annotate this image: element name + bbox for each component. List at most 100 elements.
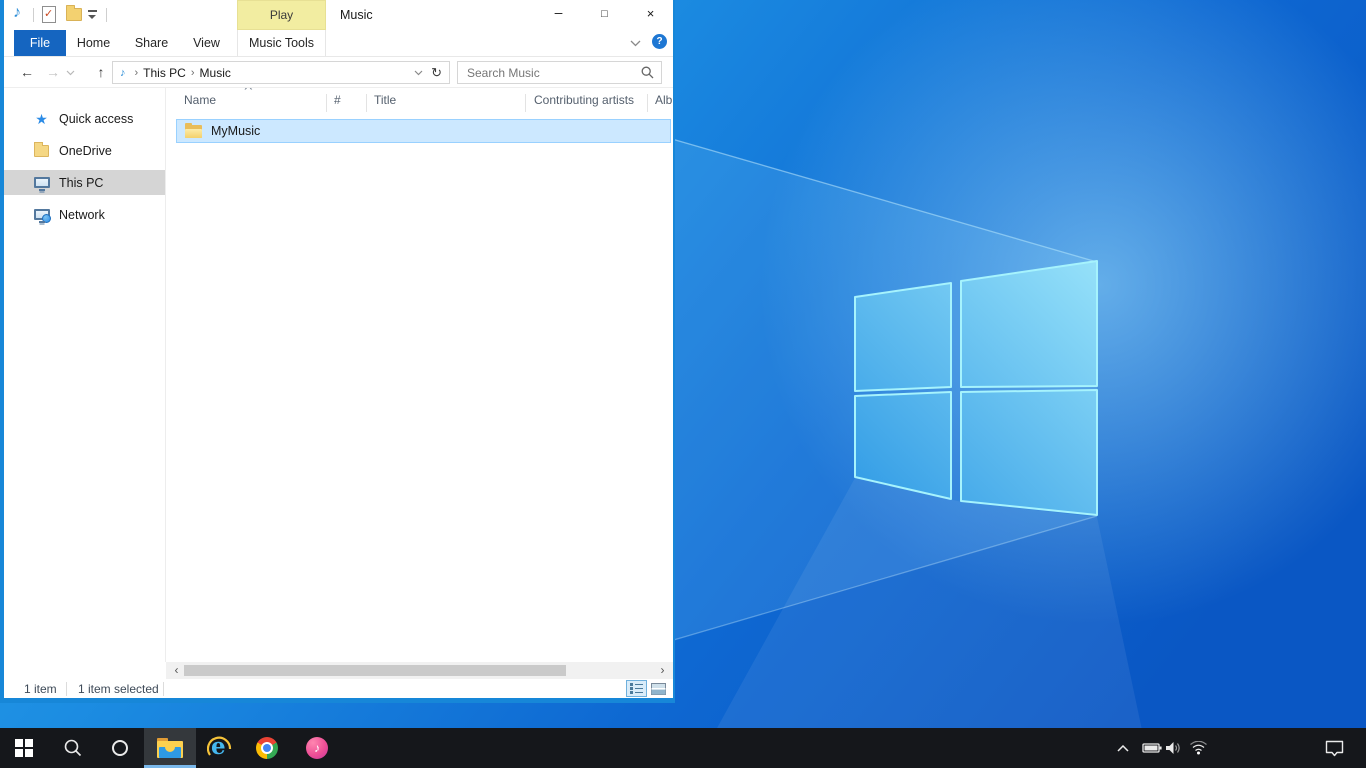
search-box[interactable] <box>457 61 662 84</box>
search-input[interactable] <box>458 62 638 83</box>
maximize-button[interactable]: □ <box>589 0 620 29</box>
column-header-title[interactable]: Title <box>374 93 396 113</box>
sidebar-item-label: OneDrive <box>59 144 112 158</box>
chevron-down-icon <box>88 15 96 19</box>
properties-qat-button[interactable]: ✓ <box>42 6 56 23</box>
column-header-album[interactable]: Alb <box>655 93 672 113</box>
this-pc-monitor-icon <box>34 177 50 188</box>
taskbar-search-button[interactable] <box>51 728 95 768</box>
qat-separator <box>106 8 107 22</box>
sidebar-item-onedrive[interactable]: OneDrive <box>4 138 165 163</box>
breadcrumb-this-pc[interactable]: This PC <box>143 66 186 80</box>
tab-home[interactable]: Home <box>71 30 116 57</box>
file-row-mymusic[interactable]: MyMusic <box>176 119 671 143</box>
column-header-contributing-artists[interactable]: Contributing artists <box>534 93 634 113</box>
scroll-right-arrow[interactable]: › <box>654 662 671 679</box>
speaker-icon <box>1165 741 1182 755</box>
search-icon[interactable] <box>641 66 654 79</box>
tab-file[interactable]: File <box>14 30 66 57</box>
wifi-icon <box>1189 741 1208 755</box>
onedrive-folder-icon <box>34 145 49 157</box>
status-separator <box>66 682 67 696</box>
folder-icon <box>185 125 202 138</box>
ribbon-divider <box>4 56 673 57</box>
tab-share[interactable]: Share <box>127 30 176 57</box>
battery-tray-icon[interactable] <box>1140 728 1164 768</box>
up-button[interactable]: ↑ <box>88 58 114 86</box>
large-icons-view-icon <box>651 683 666 695</box>
music-note-icon: ♪ <box>120 67 126 79</box>
column-separator[interactable] <box>647 94 648 112</box>
search-icon <box>64 739 82 757</box>
itunes-icon: ♪ <box>306 737 328 759</box>
sidebar-item-quick-access[interactable]: ★ Quick access <box>4 106 165 131</box>
show-hidden-icons-button[interactable] <box>1112 728 1134 768</box>
sidebar-item-label: Quick access <box>59 112 133 126</box>
file-explorer-icon <box>157 738 183 758</box>
globe-icon <box>42 214 51 223</box>
qat-separator <box>33 8 34 22</box>
window-border-right <box>673 0 675 698</box>
column-header-number[interactable]: # <box>334 93 341 113</box>
column-separator[interactable] <box>525 94 526 112</box>
column-header-name[interactable]: Name <box>184 93 216 113</box>
scrollbar-thumb[interactable] <box>184 665 566 676</box>
recent-locations-chevron-icon[interactable] <box>66 70 75 76</box>
new-folder-qat-button[interactable] <box>66 8 82 21</box>
large-icons-view-button[interactable] <box>648 680 669 697</box>
action-center-button[interactable] <box>1318 728 1350 768</box>
breadcrumb-chevron-icon: › <box>135 67 139 79</box>
itunes-button[interactable]: ♪ <box>295 728 339 768</box>
expand-ribbon-chevron-icon[interactable] <box>630 40 641 47</box>
column-separator[interactable] <box>326 94 327 112</box>
horizontal-scrollbar[interactable]: ‹ › <box>166 662 673 679</box>
desktop-screen: ♪ ✓ Play Music – □ × File Home Share Vie… <box>0 0 1366 768</box>
status-separator <box>163 682 164 696</box>
details-view-button[interactable] <box>626 680 647 697</box>
action-center-icon <box>1325 740 1344 757</box>
taskbar: e ♪ <box>0 728 1366 768</box>
status-item-count: 1 item <box>24 679 57 700</box>
forward-button: → <box>40 58 66 86</box>
sort-ascending-icon: ^ <box>244 88 252 96</box>
network-tray-icon[interactable] <box>1186 728 1210 768</box>
windows-start-icon <box>15 739 33 757</box>
sidebar-item-this-pc[interactable]: This PC <box>4 170 165 195</box>
internet-explorer-button[interactable]: e <box>198 728 242 768</box>
close-button[interactable]: × <box>635 0 666 29</box>
tab-view[interactable]: View <box>183 30 230 57</box>
network-icon <box>34 209 50 220</box>
breadcrumb-music[interactable]: Music <box>200 66 231 80</box>
internet-explorer-icon: e <box>207 736 233 760</box>
checkmark-icon: ✓ <box>44 8 53 21</box>
tab-music-tools[interactable]: Music Tools <box>237 30 326 57</box>
file-list-pane[interactable]: ^ Name # Title Contributing artists Alb … <box>166 88 673 662</box>
sidebar-item-label: Network <box>59 208 105 222</box>
status-selection-count: 1 item selected <box>78 679 159 700</box>
chevron-up-icon <box>1117 745 1129 752</box>
refresh-icon[interactable]: ↻ <box>431 65 442 81</box>
chrome-icon <box>256 737 278 759</box>
contextual-tab-play[interactable]: Play <box>237 0 326 30</box>
battery-icon <box>1142 742 1162 754</box>
scroll-left-arrow[interactable]: ‹ <box>168 662 185 679</box>
sidebar-item-network[interactable]: Network <box>4 202 165 227</box>
details-view-icon <box>630 683 643 694</box>
cortana-button[interactable] <box>98 728 142 768</box>
help-button[interactable]: ? <box>652 34 667 49</box>
address-dropdown-chevron-icon[interactable] <box>414 70 423 76</box>
customize-quick-access-toolbar-button[interactable] <box>88 10 98 21</box>
volume-tray-icon[interactable] <box>1162 728 1184 768</box>
back-button[interactable]: ← <box>14 58 40 86</box>
column-separator[interactable] <box>366 94 367 112</box>
quick-access-star-icon: ★ <box>35 112 48 126</box>
taskbar-file-explorer-button[interactable] <box>144 728 196 768</box>
cortana-ring-icon <box>112 740 128 756</box>
music-note-window-icon: ♪ <box>13 4 21 22</box>
file-name: MyMusic <box>211 124 260 138</box>
chrome-button[interactable] <box>245 728 289 768</box>
minimize-button[interactable]: – <box>543 0 574 29</box>
window-title: Music <box>340 8 373 22</box>
start-button[interactable] <box>2 728 46 768</box>
address-bar[interactable]: ♪ › This PC › Music ↻ <box>112 61 450 84</box>
